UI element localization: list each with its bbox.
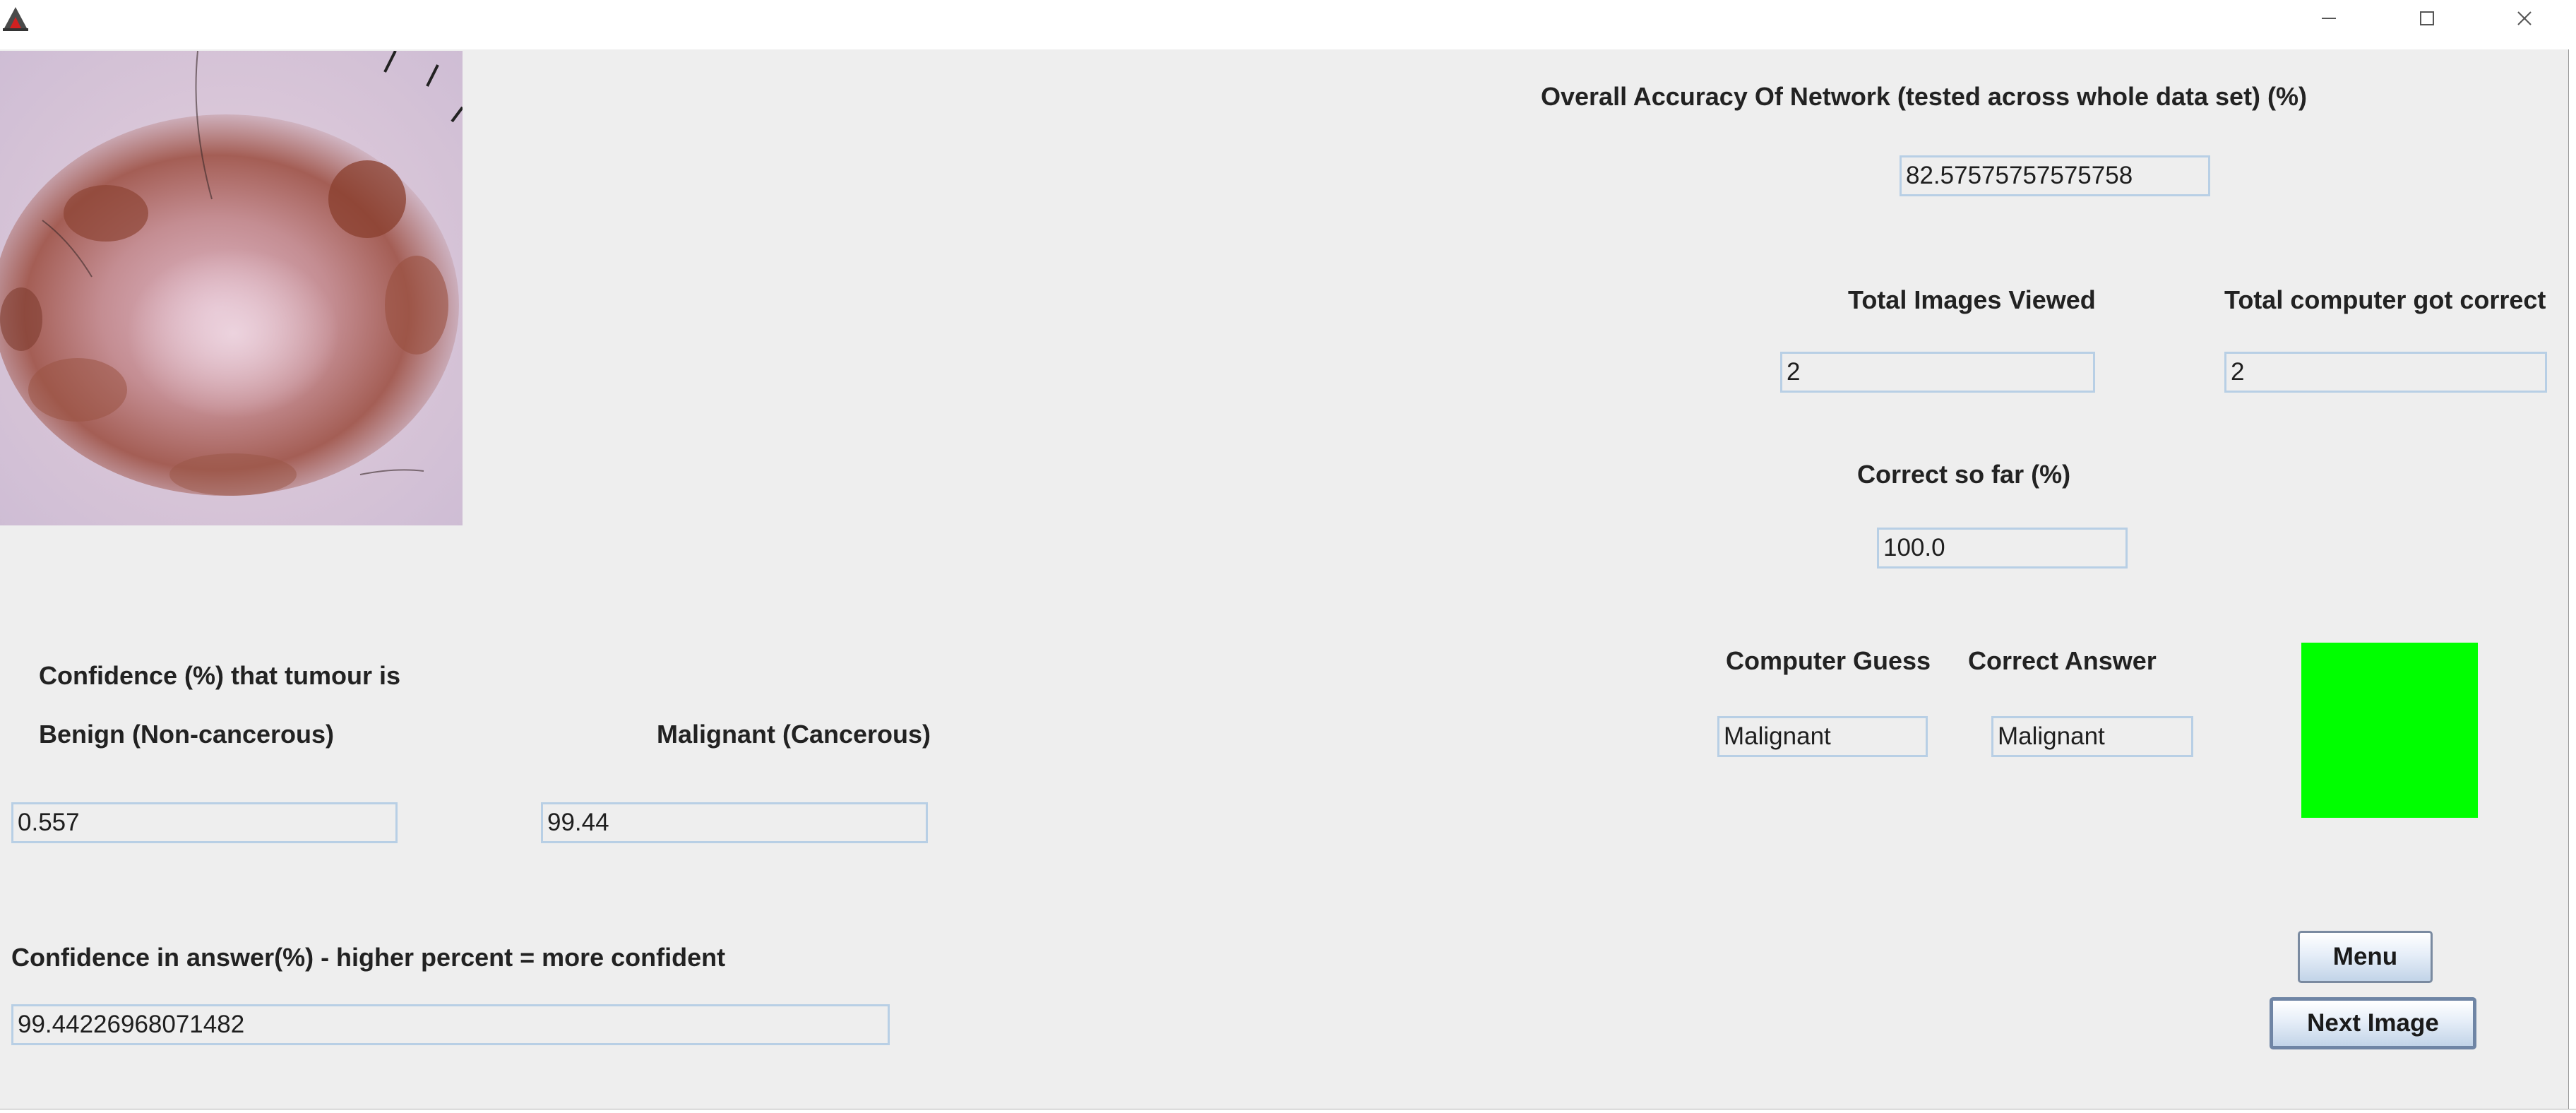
answer-confidence-field[interactable]: 99.44226968071482 — [11, 1004, 890, 1045]
total-correct-label: Total computer got correct — [2224, 285, 2546, 314]
minimize-button[interactable] — [2279, 0, 2378, 40]
title-bar — [0, 0, 2576, 49]
confidence-heading: Confidence (%) that tumour is — [39, 661, 400, 690]
minimize-icon — [2320, 10, 2337, 30]
accuracy-label: Overall Accuracy Of Network (tested acro… — [1541, 82, 2308, 111]
lesion-image — [0, 50, 464, 525]
benign-label: Benign (Non-cancerous) — [39, 720, 335, 749]
correct-answer-field[interactable]: Malignant — [1991, 716, 2193, 757]
maximize-button[interactable] — [2378, 0, 2476, 40]
correct-answer-label: Correct Answer — [1968, 646, 2157, 675]
next-image-button[interactable]: Next Image — [2270, 997, 2476, 1049]
correct-so-far-label: Correct so far (%) — [1857, 460, 2071, 489]
close-button[interactable] — [2475, 0, 2574, 40]
correct-so-far-field[interactable]: 100.0 — [1877, 528, 2128, 569]
accuracy-field[interactable]: 82.57575757575758 — [1900, 155, 2210, 196]
window-border — [2568, 49, 2576, 1112]
result-indicator — [2301, 643, 2478, 818]
maximize-icon — [2419, 10, 2435, 30]
close-icon — [2516, 10, 2533, 30]
benign-confidence-field[interactable]: 0.557 — [11, 802, 398, 843]
total-correct-field[interactable]: 2 — [2224, 352, 2547, 393]
malignant-confidence-field[interactable]: 99.44 — [541, 802, 928, 843]
computer-guess-field[interactable]: Malignant — [1717, 716, 1928, 757]
total-images-viewed-label: Total Images Viewed — [1848, 285, 2096, 314]
answer-confidence-label: Confidence in answer(%) - higher percent… — [11, 943, 726, 972]
java-app-icon — [0, 0, 31, 37]
window-border-bottom — [0, 1109, 2576, 1113]
malignant-label: Malignant (Cancerous) — [657, 720, 931, 749]
menu-button[interactable]: Menu — [2298, 931, 2433, 983]
total-images-viewed-field[interactable]: 2 — [1780, 352, 2095, 393]
computer-guess-label: Computer Guess — [1726, 646, 1931, 675]
